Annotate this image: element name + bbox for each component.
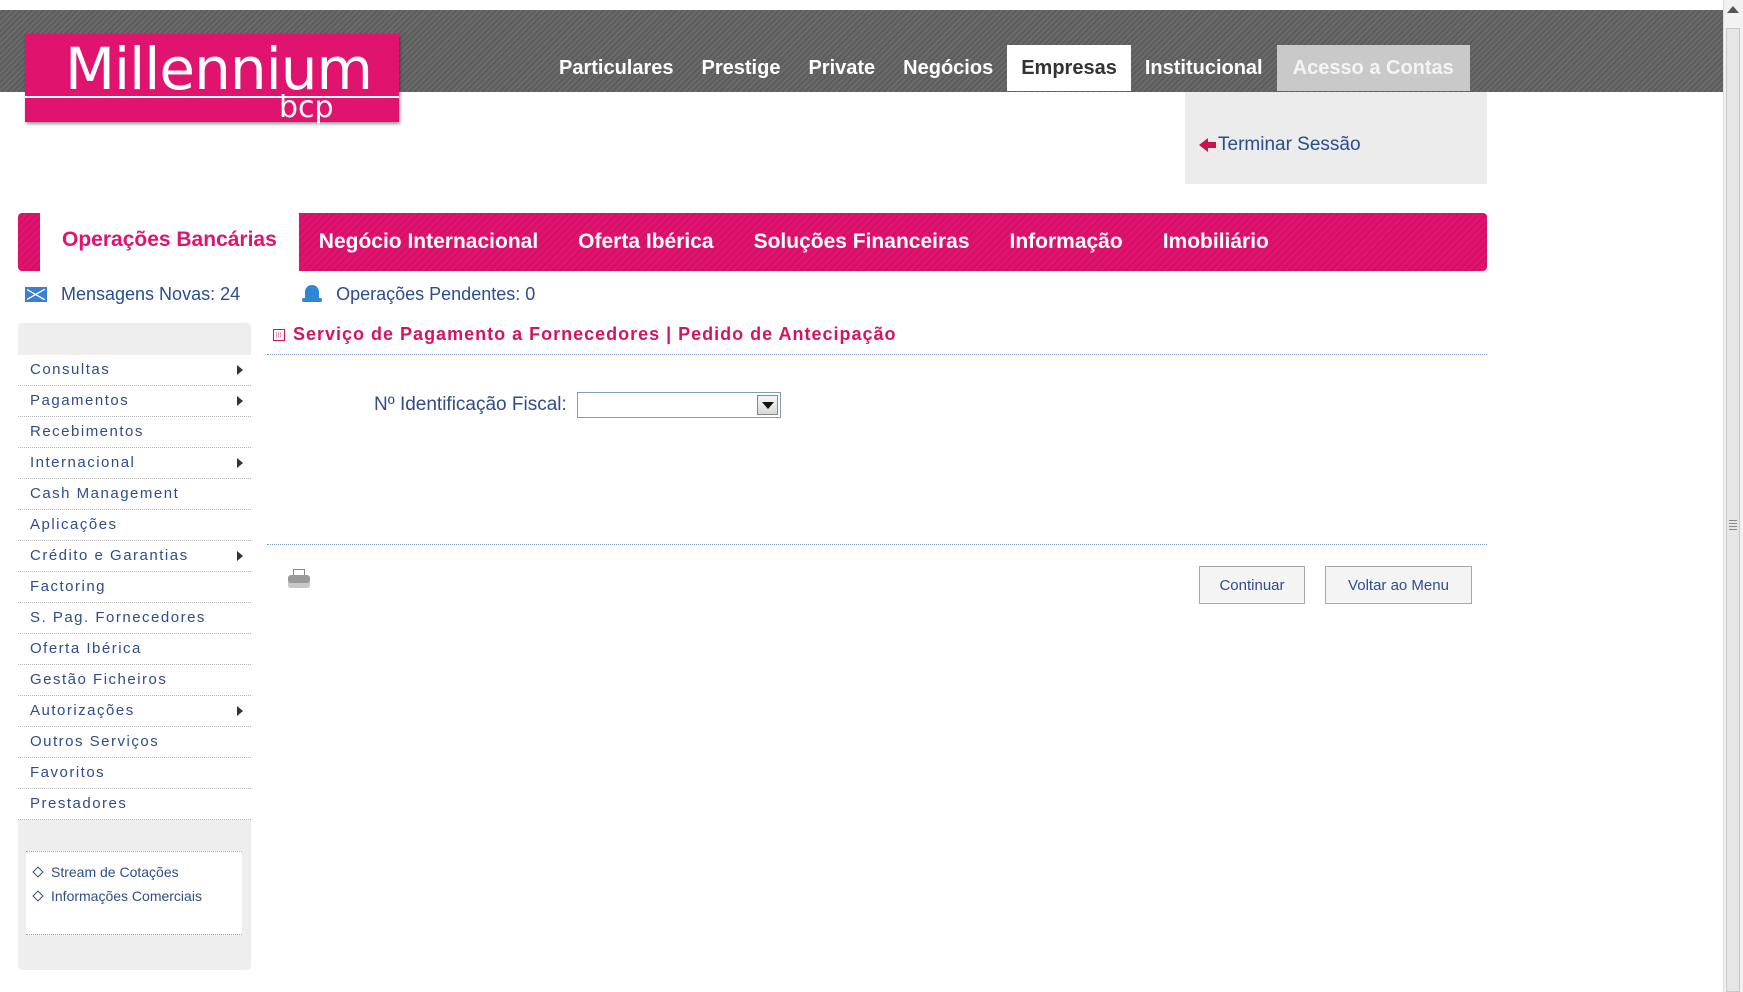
pending-operations-link[interactable]: Operações Pendentes: 0 (302, 284, 535, 305)
grip-icon (1729, 520, 1737, 530)
bullet-icon (32, 866, 44, 878)
main-nav-negocio-internacional[interactable]: Negócio Internacional (299, 213, 558, 271)
caret-right-icon (237, 706, 243, 716)
top-nav: Particulares Prestige Private Negócios E… (545, 45, 1470, 91)
logo-rule (25, 96, 399, 98)
access-accounts-tab[interactable]: Acesso a Contas (1276, 45, 1470, 91)
bullet-icon (32, 890, 44, 902)
top-nav-institucional[interactable]: Institucional (1131, 45, 1277, 91)
main-nav: Operações Bancárias Negócio Internaciona… (18, 207, 1487, 271)
sidebar-item-internacional[interactable]: Internacional (18, 448, 251, 479)
link-label: Informações Comerciais (51, 888, 202, 904)
sidebar-item-cash-management[interactable]: Cash Management (18, 479, 251, 510)
print-icon[interactable] (288, 569, 310, 589)
sidebar-item-label: Crédito e Garantias (30, 547, 189, 564)
sidebar-item-outros-servicos[interactable]: Outros Serviços (18, 727, 251, 758)
bell-icon (302, 284, 323, 304)
caret-right-icon (237, 396, 243, 406)
sidebar-item-gestao-ficheiros[interactable]: Gestão Ficheiros (18, 665, 251, 696)
title-divider (267, 354, 1487, 355)
sidebar-item-s-pag-fornecedores[interactable]: S. Pag. Fornecedores (18, 603, 251, 634)
page-title: Serviço de Pagamento a Fornecedores | Pe… (273, 324, 897, 345)
stream-cotacoes-link[interactable]: Stream de Cotações (30, 864, 242, 880)
main-nav-oferta-iberica[interactable]: Oferta Ibérica (558, 213, 733, 271)
main-nav-solucoes-financeiras[interactable]: Soluções Financeiras (734, 213, 990, 271)
mail-icon (25, 286, 47, 302)
sidebar-item-consultas[interactable]: Consultas (18, 355, 251, 386)
scrollbar-thumb[interactable] (1726, 28, 1740, 992)
sidebar-item-aplicacoes[interactable]: Aplicações (18, 510, 251, 541)
sidebar-item-autorizacoes[interactable]: Autorizações (18, 696, 251, 727)
status-bar: Mensagens Novas: 24 Operações Pendentes:… (25, 282, 535, 306)
scroll-up-icon[interactable] (1727, 6, 1739, 13)
sidebar-item-label: Consultas (30, 361, 111, 378)
sidebar-item-label: Favoritos (30, 764, 106, 781)
top-nav-empresas[interactable]: Empresas (1007, 45, 1131, 91)
sidebar-item-label: Pagamentos (30, 392, 130, 409)
section-icon (273, 328, 285, 341)
sidebar-item-label: Cash Management (30, 485, 180, 502)
sidebar-item-factoring[interactable]: Factoring (18, 572, 251, 603)
link-label: Stream de Cotações (51, 864, 179, 880)
top-nav-particulares[interactable]: Particulares (545, 45, 688, 91)
main-nav-operacoes-bancarias[interactable]: Operações Bancárias (40, 207, 299, 271)
page-title-text: Serviço de Pagamento a Fornecedores | Pe… (293, 324, 897, 344)
top-nav-negocios[interactable]: Negócios (889, 45, 1007, 91)
messages-count: Mensagens Novas: 24 (61, 283, 241, 304)
sidebar-item-label: Internacional (30, 454, 136, 471)
caret-right-icon (237, 365, 243, 375)
vertical-scrollbar[interactable] (1723, 0, 1743, 992)
sidebar-links: Stream de Cotações Informações Comerciai… (26, 851, 242, 935)
sidebar-item-favoritos[interactable]: Favoritos (18, 758, 251, 789)
continue-button[interactable]: Continuar (1199, 566, 1305, 604)
brand-logo[interactable]: Millennium bcp (25, 34, 399, 125)
nif-select[interactable] (576, 392, 781, 418)
access-panel: Terminar Sessão (1185, 92, 1487, 184)
sidebar-item-credito-garantias[interactable]: Crédito e Garantias (18, 541, 251, 572)
sidebar-item-prestadores[interactable]: Prestadores (18, 789, 251, 820)
logo-subtitle: bcp (279, 90, 334, 125)
top-nav-private[interactable]: Private (794, 45, 889, 91)
form-divider (267, 544, 1487, 545)
sidebar-item-pagamentos[interactable]: Pagamentos (18, 386, 251, 417)
sidebar-item-label: Outros Serviços (30, 733, 160, 750)
sidebar-item-label: Recebimentos (30, 423, 144, 440)
sidebar-item-recebimentos[interactable]: Recebimentos (18, 417, 251, 448)
nif-label: Nº Identificação Fiscal: (374, 394, 567, 415)
main-nav-imobiliario[interactable]: Imobiliário (1143, 213, 1289, 271)
top-nav-prestige[interactable]: Prestige (688, 45, 795, 91)
caret-right-icon (237, 458, 243, 468)
sidebar-item-label: S. Pag. Fornecedores (30, 609, 206, 626)
caret-right-icon (237, 551, 243, 561)
sidebar-item-label: Prestadores (30, 795, 128, 812)
logout-link[interactable]: Terminar Sessão (1199, 134, 1361, 156)
chevron-down-icon[interactable] (756, 395, 778, 415)
pending-count: Operações Pendentes: 0 (336, 283, 536, 304)
sidebar-item-oferta-iberica[interactable]: Oferta Ibérica (18, 634, 251, 665)
informacoes-comerciais-link[interactable]: Informações Comerciais (30, 888, 242, 904)
sidebar: Consultas Pagamentos Recebimentos Intern… (18, 323, 251, 970)
sidebar-item-label: Autorizações (30, 702, 135, 719)
main-nav-informacao[interactable]: Informação (990, 213, 1143, 271)
arrow-left-icon (1199, 138, 1216, 152)
sidebar-item-label: Factoring (30, 578, 107, 595)
sidebar-item-label: Oferta Ibérica (30, 640, 142, 657)
sidebar-item-label: Aplicações (30, 516, 118, 533)
back-to-menu-button[interactable]: Voltar ao Menu (1325, 566, 1472, 604)
nif-row: Nº Identificação Fiscal: (374, 392, 781, 418)
messages-link[interactable]: Mensagens Novas: 24 (25, 284, 240, 305)
logout-label: Terminar Sessão (1218, 134, 1361, 155)
sidebar-item-label: Gestão Ficheiros (30, 671, 168, 688)
